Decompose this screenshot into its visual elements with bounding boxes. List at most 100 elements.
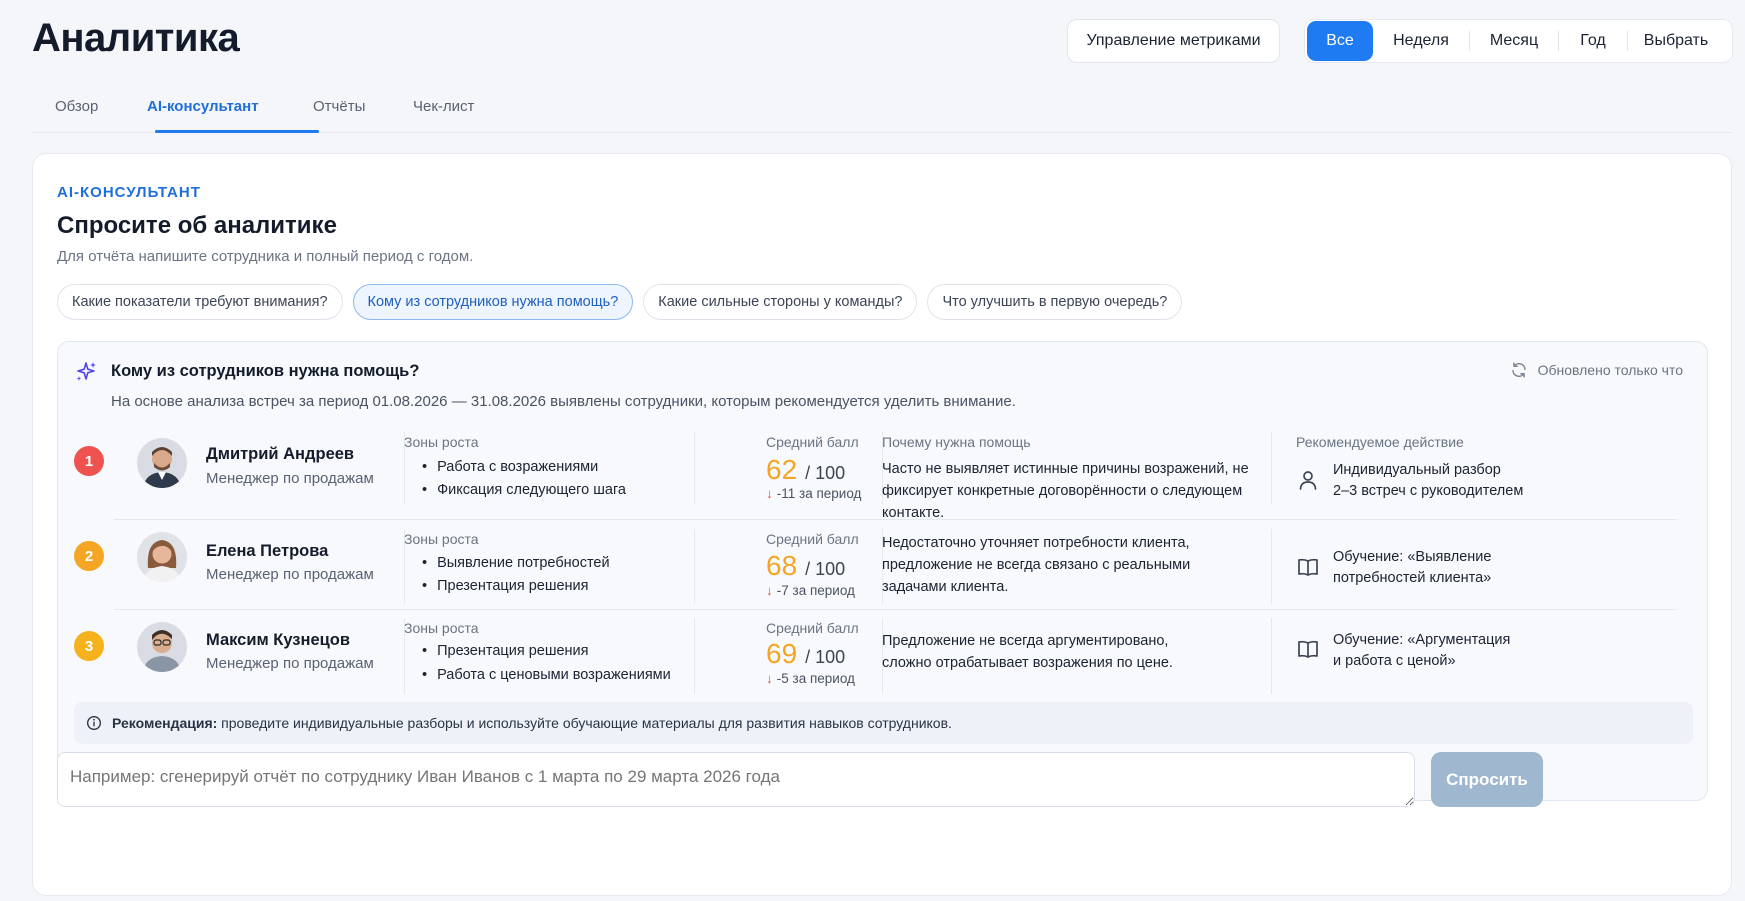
period-month[interactable]: Месяц [1470,21,1558,61]
divider [1271,618,1272,694]
suggestion-chip[interactable]: Что улучшить в первую очередь? [927,284,1183,320]
recommended-action: Обучение: «Аргументация и работа с ценой… [1333,632,1511,669]
row-divider [114,609,1677,610]
employee-role: Менеджер по продажам [206,655,374,672]
info-icon [87,716,101,730]
period-all[interactable]: Все [1307,21,1373,61]
row-divider [114,519,1677,520]
book-icon [1298,640,1318,658]
recommendation-text: Рекомендация: проведите индивидуальные р… [112,715,952,731]
delta-text: -5 за период [776,671,855,686]
growth-item: Работа с возражениями [422,459,598,475]
score-value: 62 [766,454,798,485]
avatar [137,532,187,582]
employee-row: 2 Елена Петрова Менеджер по продажам Зон… [58,529,1709,617]
updated-status: Обновлено только что [1510,361,1683,379]
manage-metrics-button[interactable]: Управление метриками [1067,19,1280,63]
reason-text: Предложение не всегда аргументировано, с… [882,633,1173,671]
employee-name: Елена Петрова [206,542,329,560]
why-label: Почему нужна помощь [882,434,1031,450]
divider [1271,529,1272,604]
updated-text: Обновлено только что [1537,362,1683,378]
rank-badge: 1 [74,446,104,476]
growth-item: Работа с ценовыми возражениями [422,667,671,683]
suggestion-chips: Какие показатели требуют внимания? Кому … [57,284,1183,320]
delta-text: -7 за период [776,583,855,598]
growth-item: Презентация решения [422,578,588,594]
ai-consultant-card: AI-КОНСУЛЬТАНТ Спросите об аналитике Для… [32,153,1732,896]
section-subtitle: Для отчёта напишите сотрудника и полный … [57,248,474,265]
suggestion-chip[interactable]: Какие показатели требуют внимания? [57,284,343,320]
book-icon [1298,558,1318,576]
avg-score-label: Средний балл [766,531,859,547]
employee-name: Максим Кузнецов [206,631,351,649]
rank-badge: 3 [74,631,104,661]
answer-title: Кому из сотрудников нужна помощь? [111,362,420,380]
avg-score-label: Средний балл [766,434,859,450]
score-delta: ↓ -5 за период [766,671,855,686]
divider [694,618,695,694]
score-value: 68 [766,550,798,581]
avg-score: 68 / 100 [766,550,845,582]
divider [694,529,695,604]
employee-row: 3 Максим Кузнецов Менеджер по продажам З… [58,618,1709,706]
suggestion-chip[interactable]: Какие сильные стороны у команды? [643,284,918,320]
arrow-down-icon: ↓ [766,583,773,598]
answer-intro: На основе анализа встреч за период 01.08… [111,393,1016,410]
score-delta: ↓ -11 за период [766,486,861,501]
active-tab-indicator [155,130,319,133]
delta-text: -11 за период [776,486,862,501]
employee-role: Менеджер по продажам [206,566,374,583]
reason-text: Недостаточно уточняет потребности клиент… [882,535,1191,595]
person-icon [1299,471,1317,490]
ask-button[interactable]: Спросить [1431,752,1543,807]
answer-panel: Кому из сотрудников нужна помощь? Обновл… [57,341,1708,801]
score-value: 69 [766,638,798,669]
avg-score: 62 / 100 [766,454,845,486]
recommendation-banner: Рекомендация: проведите индивидуальные р… [74,702,1693,744]
section-eyebrow: AI-КОНСУЛЬТАНТ [57,184,201,201]
arrow-down-icon: ↓ [766,486,773,501]
score-max: / 100 [805,463,846,483]
recommended-action: Обучение: «Выявление потребностей клиент… [1333,549,1492,586]
tab-bar: Обзор AI-консультант Отчёты Чек-лист [32,90,1732,133]
growth-label: Зоны роста [404,620,479,636]
rank-badge: 2 [74,541,104,571]
sparkle-icon [76,362,96,381]
employee-role: Менеджер по продажам [206,470,374,487]
page-title: Аналитика [32,16,240,60]
recommendation-body: проведите индивидуальные разборы и испол… [221,715,952,731]
period-week[interactable]: Неделя [1373,21,1469,61]
period-year[interactable]: Год [1559,21,1627,61]
action-label: Рекомендуемое действие [1296,434,1464,450]
tab-checklist[interactable]: Чек-лист [413,98,474,115]
period-filter: Все Неделя Месяц Год Выбрать [1304,19,1733,63]
avatar [137,438,187,488]
growth-label: Зоны роста [404,531,479,547]
suggestion-chip-active[interactable]: Кому из сотрудников нужна помощь? [352,284,634,320]
divider [1271,432,1272,504]
tab-reports[interactable]: Отчёты [313,98,365,115]
tab-ai-consultant[interactable]: AI-консультант [147,98,259,115]
growth-item: Выявление потребностей [422,555,610,571]
avg-score: 69 / 100 [766,638,845,670]
growth-item: Презентация решения [422,643,588,659]
arrow-down-icon: ↓ [766,671,773,686]
score-delta: ↓ -7 за период [766,583,855,598]
refresh-icon[interactable] [1510,361,1528,379]
avg-score-label: Средний балл [766,620,859,636]
score-max: / 100 [805,559,846,579]
growth-item: Фиксация следующего шага [422,482,626,498]
avatar [137,622,187,672]
divider [694,432,695,504]
recommended-action: Индивидуальный разбор 2–3 встреч с руков… [1333,462,1524,499]
question-input[interactable] [57,752,1415,807]
growth-label: Зоны роста [404,434,479,450]
employee-name: Дмитрий Андреев [206,445,355,463]
employee-row: 1 Дмитрий Андреев Менеджер по продажам З… [58,432,1709,522]
reason-text: Часто не выявляет истинные причины возра… [882,461,1249,521]
period-custom[interactable]: Выбрать [1628,21,1724,61]
score-max: / 100 [805,647,846,667]
tab-overview[interactable]: Обзор [55,98,98,115]
section-title: Спросите об аналитике [57,212,337,239]
